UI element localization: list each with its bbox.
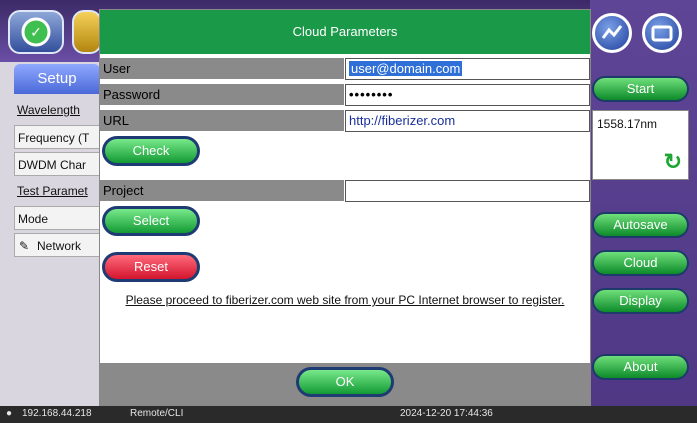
status-bar: ● 192.168.44.218 Remote/CLI 2024-12-20 1… <box>0 406 697 423</box>
tab-setup[interactable]: Setup <box>14 64 100 94</box>
wavelength-display: 1558.17nm ↻ <box>592 110 689 180</box>
project-row: Project <box>100 180 590 202</box>
display-button[interactable]: Display <box>592 288 689 314</box>
wavelength-value: 1558.17nm <box>597 117 658 131</box>
frequency-item[interactable]: Frequency (T <box>14 125 100 149</box>
user-value: user@domain.com <box>349 61 463 76</box>
pencil-icon: ✎ <box>19 239 30 253</box>
dialog-footer: OK <box>100 363 590 405</box>
dwdm-item[interactable]: DWDM Char <box>14 152 100 176</box>
folder-icon[interactable] <box>642 13 682 53</box>
tool-icon[interactable] <box>72 10 102 54</box>
url-label: URL <box>100 110 344 132</box>
ok-button[interactable]: OK <box>296 367 394 397</box>
dialog-title: Cloud Parameters <box>100 10 590 54</box>
autosave-button[interactable]: Autosave <box>592 212 689 238</box>
home-icon[interactable]: ✓ <box>8 10 64 54</box>
url-field[interactable]: http://fiberizer.com <box>345 110 590 132</box>
datetime: 2024-12-20 17:44:36 <box>400 408 493 419</box>
user-row: User user@domain.com <box>100 58 590 80</box>
password-row: Password •••••••• <box>100 84 590 106</box>
remote-status: Remote/CLI <box>130 408 184 419</box>
wavelength-header: Wavelength <box>17 103 80 117</box>
ip-address: 192.168.44.218 <box>22 408 92 419</box>
cloud-parameters-dialog: Cloud Parameters User user@domain.com Pa… <box>99 9 591 406</box>
network-status-icon: ● <box>6 408 13 419</box>
start-button[interactable]: Start <box>592 76 689 102</box>
refresh-icon[interactable]: ↻ <box>664 149 682 175</box>
register-note[interactable]: Please proceed to fiberizer.com web site… <box>110 292 580 308</box>
cloud-button[interactable]: Cloud <box>592 250 689 276</box>
svg-text:✓: ✓ <box>30 24 42 40</box>
chart-icon[interactable] <box>592 13 632 53</box>
test-parameters-header: Test Paramet <box>17 184 88 198</box>
url-row: URL http://fiberizer.com <box>100 110 590 132</box>
check-button[interactable]: Check <box>102 136 200 166</box>
network-item-label: Network <box>37 239 82 253</box>
select-button[interactable]: Select <box>102 206 200 236</box>
user-field[interactable]: user@domain.com <box>345 58 590 80</box>
about-button[interactable]: About <box>592 354 689 380</box>
network-item[interactable]: ✎ Network <box>14 233 100 257</box>
password-label: Password <box>100 84 344 106</box>
mode-item[interactable]: Mode <box>14 206 100 230</box>
project-label: Project <box>100 180 344 202</box>
user-label: User <box>100 58 344 80</box>
reset-button[interactable]: Reset <box>102 252 200 282</box>
project-field[interactable] <box>345 180 590 202</box>
password-field[interactable]: •••••••• <box>345 84 590 106</box>
